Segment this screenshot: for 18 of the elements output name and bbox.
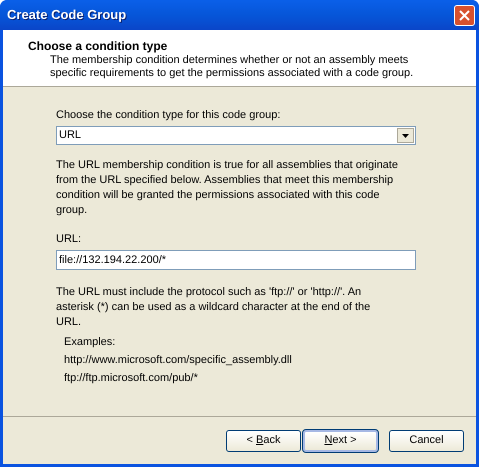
close-button[interactable] [454, 4, 475, 26]
condition-dropdown[interactable]: URL [56, 126, 416, 145]
wizard-button[interactable]: Cancel [389, 430, 464, 452]
example-url: http://www.microsoft.com/specific_assembly.dll [64, 354, 293, 367]
condition-label: Choose the condition type for this code group: [56, 109, 282, 122]
wizard-button[interactable]: Next > [303, 430, 378, 452]
help-text: The URL must include the protocol such as 'ftp://' or 'http://'. An asterisk (*) can be used as a wildcard character at the end of the URL. [56, 285, 372, 330]
window-title: Create Code Group [7, 6, 126, 24]
condition-description: The URL membership condition is true for all assemblies that originate from the URL specified below. Assemblies that meet this membership condition will be granted the permissions associated with this code group. [56, 158, 399, 218]
examples-label: Examples: [64, 336, 116, 349]
wizard-button[interactable]: < Back [226, 430, 301, 452]
dropdown-value: URL [59, 128, 82, 144]
close-icon [459, 10, 470, 20]
url-field[interactable]: file://132.194.22.200/* [56, 250, 416, 270]
example-url: ftp://ftp.microsoft.com/pub/* [64, 372, 199, 385]
header-title: Choose a condition type [28, 39, 168, 53]
url-label: URL: [56, 233, 82, 246]
header-description: The membership condition determines whether or not an assembly meets specific requirements to get the permissions associated with a code group. [49, 54, 414, 80]
